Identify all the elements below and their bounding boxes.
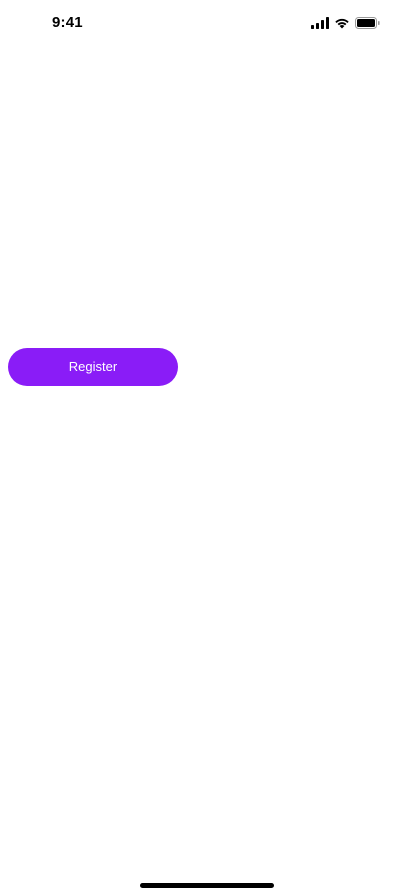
battery-icon (355, 17, 380, 29)
home-indicator[interactable] (140, 883, 274, 888)
cellular-signal-icon (311, 17, 329, 29)
status-bar: 9:41 (0, 0, 414, 44)
wifi-icon (334, 17, 350, 29)
app-screen: 9:41 Register (0, 0, 414, 896)
status-icons (311, 16, 380, 30)
status-time: 9:41 (52, 14, 83, 31)
register-button[interactable]: Register (8, 348, 178, 386)
